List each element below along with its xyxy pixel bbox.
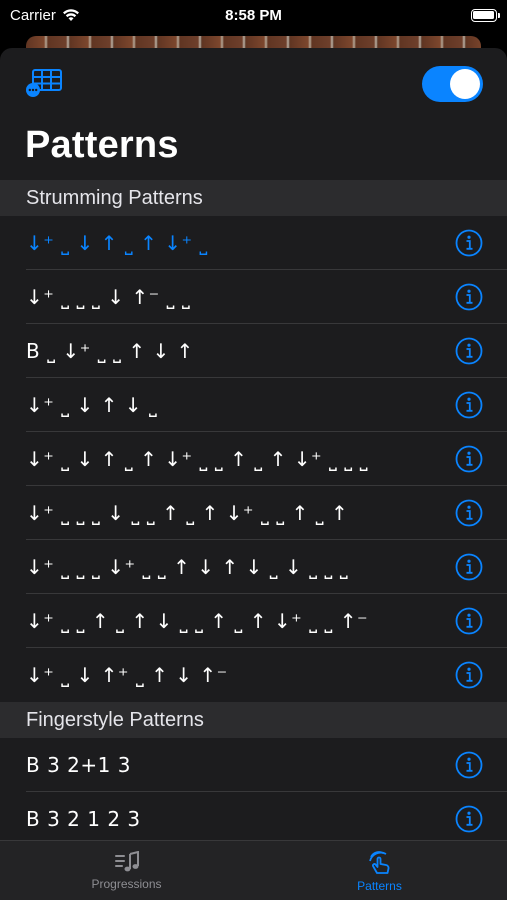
info-icon[interactable] bbox=[455, 751, 483, 779]
tab-bar: Progressions Patterns bbox=[0, 840, 507, 900]
pattern-row[interactable]: ↓⁺ ⎵ ⎵ ⎵ ↓⁺ ⎵ ⎵ ↑ ↓ ↑ ↓ ⎵ ↓ ⎵ ⎵ ⎵ bbox=[0, 540, 507, 594]
status-bar: Carrier 8:58 PM bbox=[0, 0, 507, 30]
table-grid-icon bbox=[26, 69, 62, 97]
music-list-icon bbox=[114, 851, 139, 872]
strum-hand-icon bbox=[368, 851, 389, 874]
table-options-button[interactable] bbox=[25, 68, 63, 98]
pattern-row[interactable]: ↓⁺ ⎵ ↓ ↑ ⎵ ↑ ↓⁺ ⎵ ⎵ ↑ ⎵ ↑ ↓⁺ ⎵ ⎵ ⎵ bbox=[0, 432, 507, 486]
wifi-icon bbox=[62, 9, 79, 21]
status-left: Carrier bbox=[10, 7, 170, 24]
section-header-fingerstyle: Fingerstyle Patterns bbox=[0, 702, 507, 738]
pattern-row[interactable]: ↓⁺ ⎵ ⎵ ⎵ ↓ ⎵ ⎵ ↑ ⎵ ↑ ↓⁺ ⎵ ⎵ ↑ ⎵ ↑ bbox=[0, 486, 507, 540]
status-right bbox=[337, 8, 500, 22]
info-icon[interactable] bbox=[455, 229, 483, 257]
page-title: Patterns bbox=[25, 124, 179, 166]
info-icon[interactable] bbox=[455, 607, 483, 635]
patterns-toggle[interactable] bbox=[422, 66, 483, 102]
tab-label: Patterns bbox=[357, 879, 402, 893]
info-icon[interactable] bbox=[455, 553, 483, 581]
tab-label: Progressions bbox=[91, 877, 162, 891]
tab-progressions[interactable]: Progressions bbox=[0, 841, 253, 900]
info-icon[interactable] bbox=[455, 391, 483, 419]
pattern-label: ↓⁺ ⎵ ↓ ↑ ⎵ ↑ ↓⁺ ⎵ bbox=[26, 231, 208, 255]
carrier-label: Carrier bbox=[10, 6, 56, 24]
info-icon[interactable] bbox=[455, 337, 483, 365]
pattern-row[interactable]: B ⎵ ↓⁺ ⎵ ⎵ ↑ ↓ ↑ bbox=[0, 324, 507, 378]
toggle-knob bbox=[450, 69, 480, 99]
pattern-label: ↓⁺ ⎵ ⎵ ⎵ ↓ ⎵ ⎵ ↑ ⎵ ↑ ↓⁺ ⎵ ⎵ ↑ ⎵ ↑ bbox=[26, 501, 349, 525]
pattern-row[interactable]: ↓⁺ ⎵ ↓ ↑ ↓ ⎵ bbox=[0, 378, 507, 432]
sheet-header: Patterns bbox=[0, 48, 507, 180]
pattern-label: B 3 2 1 2 3 bbox=[26, 807, 141, 831]
pattern-row[interactable]: ↓⁺ ⎵ ↓ ↑⁺ ⎵ ↑ ↓ ↑⁻ bbox=[0, 648, 507, 702]
tab-patterns[interactable]: Patterns bbox=[253, 841, 506, 900]
info-icon[interactable] bbox=[455, 805, 483, 833]
status-time: 8:58 PM bbox=[225, 6, 282, 24]
pattern-label: ↓⁺ ⎵ ↓ ↑⁺ ⎵ ↑ ↓ ↑⁻ bbox=[26, 663, 228, 687]
info-icon[interactable] bbox=[455, 499, 483, 527]
pattern-row[interactable]: B 3 2 1 2 3 bbox=[0, 792, 507, 840]
pattern-label: ↓⁺ ⎵ ⎵ ↑ ⎵ ↑ ↓ ⎵ ⎵ ↑ ⎵ ↑ ↓⁺ ⎵ ⎵ ↑⁻ bbox=[26, 609, 369, 633]
pattern-row[interactable]: ↓⁺ ⎵ ⎵ ↑ ⎵ ↑ ↓ ⎵ ⎵ ↑ ⎵ ↑ ↓⁺ ⎵ ⎵ ↑⁻ bbox=[0, 594, 507, 648]
patterns-sheet: Patterns Strumming Patterns ↓⁺ ⎵ ↓ ↑ ⎵ ↑… bbox=[0, 48, 507, 840]
pattern-label: B 3 2+1 3 bbox=[26, 753, 131, 777]
info-icon[interactable] bbox=[455, 445, 483, 473]
battery-icon bbox=[470, 8, 500, 22]
pattern-label: ↓⁺ ⎵ ⎵ ⎵ ↓⁺ ⎵ ⎵ ↑ ↓ ↑ ↓ ⎵ ↓ ⎵ ⎵ ⎵ bbox=[26, 555, 349, 579]
pattern-row[interactable]: ↓⁺ ⎵ ⎵ ⎵ ↓ ↑⁻ ⎵ ⎵ bbox=[0, 270, 507, 324]
info-icon[interactable] bbox=[455, 283, 483, 311]
pattern-row[interactable]: B 3 2+1 3 bbox=[0, 738, 507, 792]
section-header-strumming: Strumming Patterns bbox=[0, 180, 507, 216]
pattern-label: ↓⁺ ⎵ ⎵ ⎵ ↓ ↑⁻ ⎵ ⎵ bbox=[26, 285, 191, 309]
pattern-label: ↓⁺ ⎵ ↓ ↑ ⎵ ↑ ↓⁺ ⎵ ⎵ ↑ ⎵ ↑ ↓⁺ ⎵ ⎵ ⎵ bbox=[26, 447, 369, 471]
pattern-label: B ⎵ ↓⁺ ⎵ ⎵ ↑ ↓ ↑ bbox=[26, 339, 194, 363]
pattern-label: ↓⁺ ⎵ ↓ ↑ ↓ ⎵ bbox=[26, 393, 158, 417]
info-icon[interactable] bbox=[455, 661, 483, 689]
pattern-row[interactable]: ↓⁺ ⎵ ↓ ↑ ⎵ ↑ ↓⁺ ⎵ bbox=[0, 216, 507, 270]
